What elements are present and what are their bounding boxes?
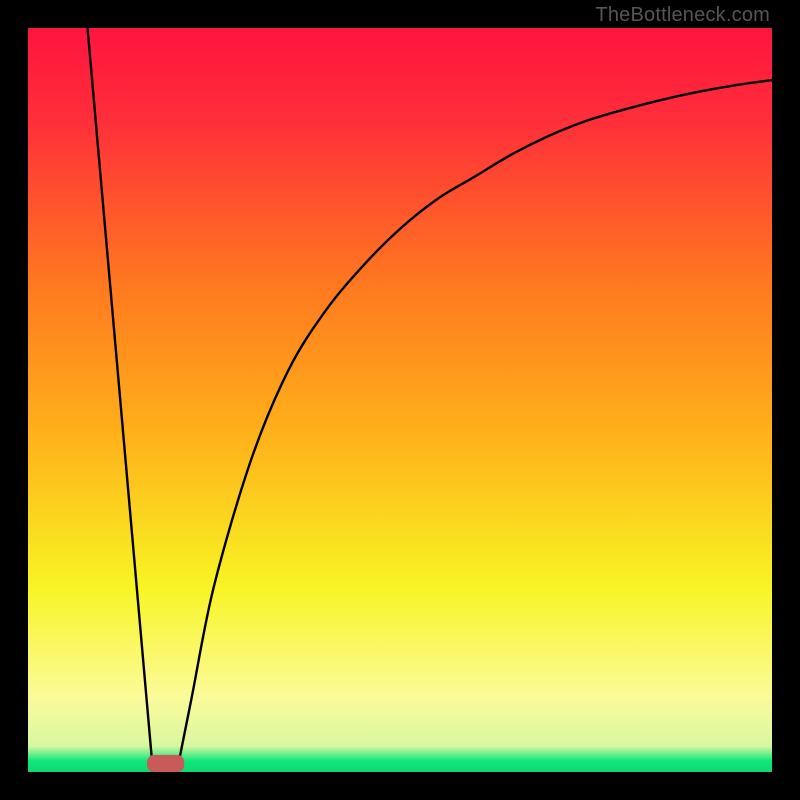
minimum-marker [147, 755, 184, 772]
outer-frame: TheBottleneck.com [0, 0, 800, 800]
curve-layer [28, 28, 772, 772]
left-branch-line [88, 28, 153, 772]
right-branch-line [177, 80, 772, 772]
plot-area [28, 28, 772, 772]
watermark-text: TheBottleneck.com [595, 4, 770, 27]
